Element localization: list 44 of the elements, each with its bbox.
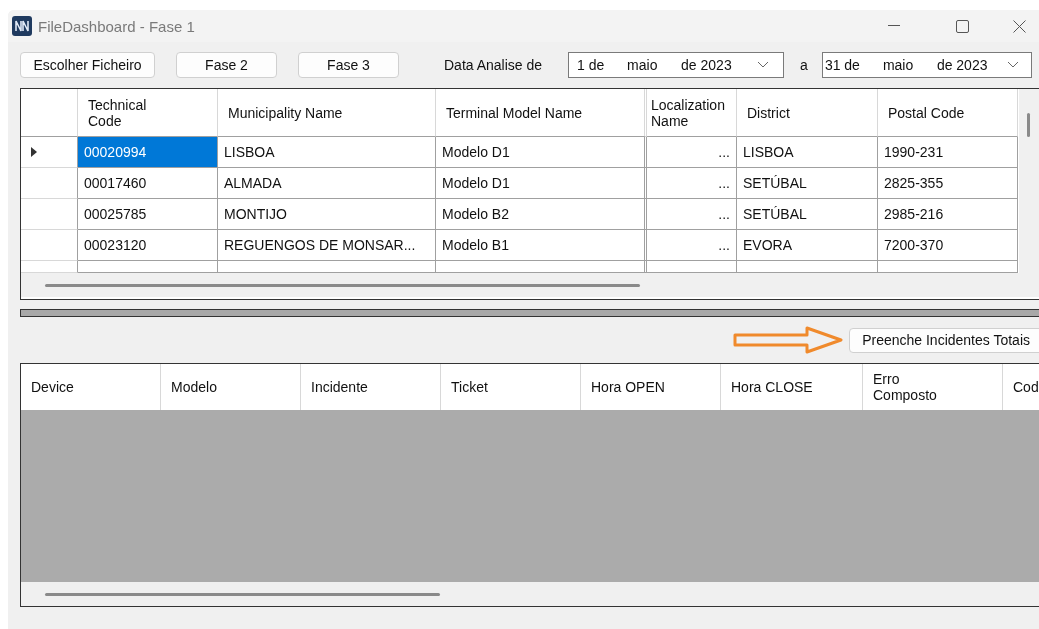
table-cell: MONTIJO [218, 199, 436, 230]
table-cell: ALMADA [218, 168, 436, 199]
table-cell: 00023120 [78, 230, 218, 261]
fill-incidents-button[interactable]: Preenche Incidentes Totais [849, 327, 1039, 353]
splitter[interactable] [20, 309, 1039, 317]
maximize-icon [955, 19, 969, 33]
table-cell: ... [647, 199, 737, 230]
table-cell: 1990-231 [878, 137, 1018, 168]
chevron-down-icon [757, 61, 770, 69]
table-cell: SETÚBAL [737, 168, 878, 199]
table-cell: ... [647, 230, 737, 261]
table-cell: EVORA [737, 230, 878, 261]
horizontal-scrollbar[interactable] [21, 582, 1039, 606]
table-cell: Modelo D1 [436, 137, 647, 168]
table-cell: REGUENGOS DE MONSAR... [218, 230, 436, 261]
table-cell: ... [647, 137, 737, 168]
chevron-down-icon [1006, 61, 1019, 69]
table-cell: 00017460 [78, 168, 218, 199]
table-cell: 00020994 [78, 137, 218, 168]
table-cell: 2985-216 [878, 199, 1018, 230]
table-cell: 2825-355 [878, 168, 1018, 199]
close-icon [1012, 19, 1026, 33]
date-picker[interactable]: 1 de maio de 2023 [568, 52, 785, 78]
table-cell: 7200-370 [878, 230, 1018, 261]
app-icon [12, 16, 32, 36]
table-cell: Modelo D1 [436, 168, 647, 199]
toolbar-button[interactable]: Fase 3 [298, 52, 399, 78]
table-cell: Modelo B1 [436, 230, 647, 261]
table-cell: ... [647, 168, 737, 199]
range-separator: a [800, 57, 808, 73]
horizontal-scrollbar[interactable] [21, 273, 1039, 297]
window-title: FileDashboard - Fase 1 [38, 17, 196, 35]
table-cell: 00025785 [78, 199, 218, 230]
table-cell: Modelo B2 [436, 199, 647, 230]
toolbar-button[interactable]: Escolher Ficheiro [20, 52, 155, 78]
vertical-scrollbar[interactable] [1019, 89, 1039, 274]
date-picker[interactable]: 31 de maio de 2023 [821, 52, 1032, 78]
minimize-icon [888, 25, 900, 27]
date-label: Data Analise de [444, 57, 543, 73]
table-cell: LISBOA [218, 137, 436, 168]
toolbar-button[interactable]: Fase 2 [176, 52, 277, 78]
header-corner [21, 89, 78, 137]
table-cell: LISBOA [737, 137, 878, 168]
table-cell: SETÚBAL [737, 199, 878, 230]
